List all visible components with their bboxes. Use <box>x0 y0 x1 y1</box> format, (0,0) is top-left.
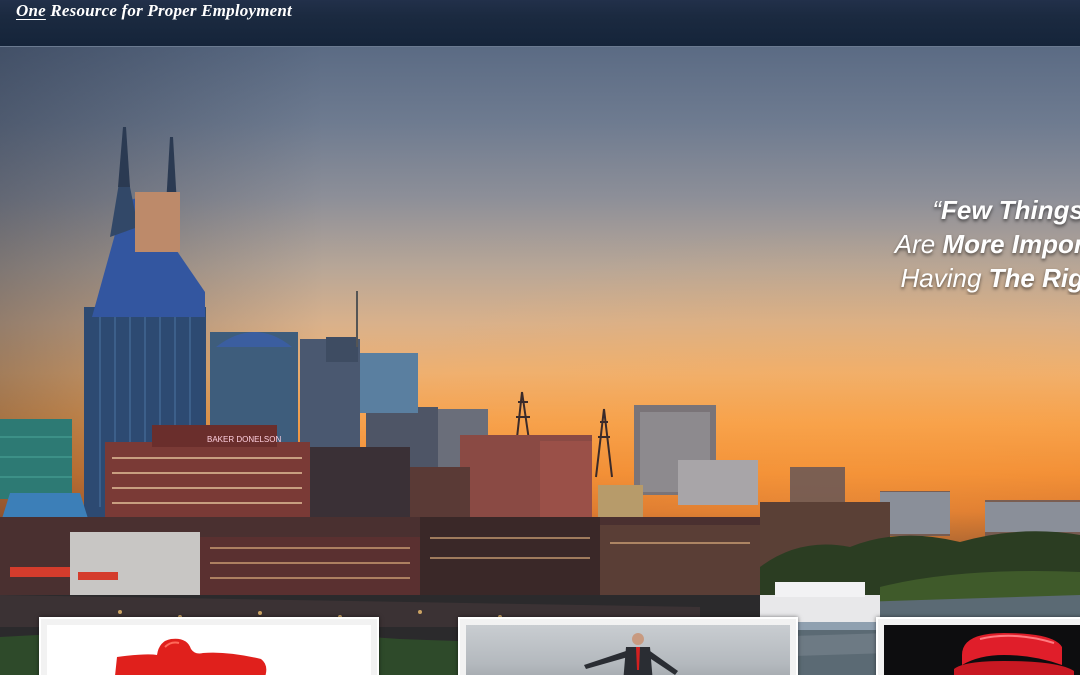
red-puzzle-piece-icon <box>115 638 267 675</box>
building-sign: BAKER DONELSON <box>207 435 281 444</box>
red-telephone-photo <box>954 633 1074 675</box>
quote-line-1-bold: Few Things <box>941 195 1080 225</box>
businessman-balancing-photo <box>584 633 678 675</box>
page: One Resource for Proper Employment BAKER… <box>0 0 1080 675</box>
quote-line-2: Are More Impor <box>824 227 1080 261</box>
feature-card-1[interactable] <box>39 617 379 675</box>
quote-line-2-plain: Are <box>894 229 943 259</box>
hero-banner: BAKER DONELSON “Few Things Are More Impo… <box>0 47 1080 675</box>
card-image-telephone <box>884 625 1080 675</box>
site-header: One Resource for Proper Employment <box>0 0 1080 47</box>
card-image-puzzle <box>47 625 371 675</box>
quote-line-2-bold: More Impor <box>942 229 1080 259</box>
nashville-skyline-image: BAKER DONELSON <box>0 127 1080 675</box>
hero-quote: “Few Things Are More Impor Having The Ri… <box>824 193 1080 295</box>
quote-line-1-plain: “ <box>932 195 941 225</box>
quote-line-1: “Few Things <box>824 193 1080 227</box>
quote-line-3-plain: Having <box>900 263 989 293</box>
quote-line-3: Having The Rig <box>824 261 1080 295</box>
quote-line-3-bold: The Rig <box>988 263 1080 293</box>
card-image-businessman <box>466 625 790 675</box>
feature-card-2[interactable] <box>458 617 798 675</box>
site-tagline: One Resource for Proper Employment <box>16 0 292 22</box>
tagline-text: Resource for Proper Employment <box>45 1 292 20</box>
feature-card-3[interactable] <box>876 617 1080 675</box>
tagline-emphasis: One <box>16 1 46 20</box>
